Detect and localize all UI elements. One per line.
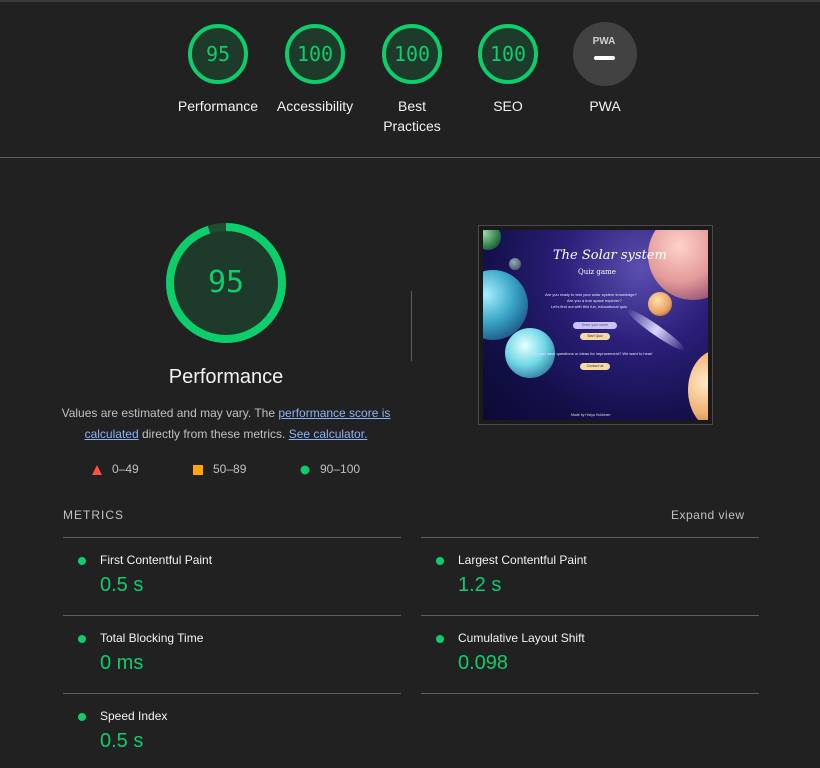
legend-pass: 90–100	[300, 462, 360, 476]
pass-dot-icon	[78, 635, 86, 643]
pass-dot-icon	[78, 557, 86, 565]
thumb-feedback-text: Do you have questions or ideas for impro…	[533, 351, 653, 356]
square-average-icon	[193, 464, 203, 475]
legend-average-label: 50–89	[213, 462, 247, 476]
gauge-label-best-practices: Best Practices	[383, 98, 441, 134]
pwa-badge-text: PWA	[593, 36, 616, 47]
metric-name: Cumulative Layout Shift	[458, 631, 585, 645]
seo-score: 100	[490, 42, 526, 66]
thumb-name-input: Enter your name	[573, 322, 617, 329]
gauge-label-accessibility: Accessibility	[276, 98, 354, 114]
pass-dot-icon	[436, 557, 444, 565]
thumb-start-button: Start Quiz	[580, 333, 610, 340]
accessibility-score: 100	[297, 42, 333, 66]
expand-view-toggle[interactable]: Expand view	[671, 508, 745, 522]
metric-total-blocking-time: Total Blocking Time 0 ms	[63, 615, 401, 693]
metric-largest-contentful-paint: Largest Contentful Paint 1.2 s	[421, 537, 759, 615]
metric-first-contentful-paint: First Contentful Paint 0.5 s	[63, 537, 401, 615]
best-practices-gauge-ring: 100	[382, 24, 442, 84]
metrics-heading: METRICS	[63, 508, 124, 522]
seo-gauge-ring: 100	[478, 24, 538, 84]
thumb-footer: Made by Hiviya Hukkinen	[571, 413, 611, 417]
gauge-performance[interactable]: 95 Performance	[170, 22, 266, 116]
metric-value: 0.5 s	[100, 574, 144, 596]
legend-average: 50–89	[193, 462, 246, 476]
performance-gauge-ring: 95	[188, 24, 248, 84]
screenshot-scene: The Solar system Quiz game Are you ready…	[483, 230, 708, 420]
best-practices-score: 100	[394, 42, 430, 66]
gold-planet	[688, 350, 708, 420]
metric-value: 0.5 s	[100, 730, 144, 752]
grey-moon	[509, 258, 521, 270]
description-text: Values are estimated and may vary. The	[61, 406, 279, 420]
orange-planet	[648, 292, 672, 316]
metric-cumulative-layout-shift: Cumulative Layout Shift 0.098	[421, 615, 759, 693]
gauge-pwa[interactable]: PWA PWA	[557, 22, 653, 116]
gauge-label-pwa: PWA	[589, 98, 621, 114]
thumb-title: The Solar system	[553, 248, 667, 263]
metric-name: Speed Index	[100, 709, 168, 723]
accessibility-gauge-ring: 100	[285, 24, 345, 84]
pwa-badge: PWA	[573, 22, 637, 86]
see-calculator-link[interactable]: See calculator.	[289, 427, 368, 441]
pink-planet	[648, 230, 708, 300]
gauge-best-practices[interactable]: 100 Best Practices	[364, 22, 460, 136]
vertical-divider	[411, 291, 412, 361]
metric-value: 0 ms	[100, 652, 144, 674]
category-gauges: 95 Performance 100 Accessibility 100 Bes…	[0, 0, 820, 158]
small-green-planet	[483, 230, 501, 250]
performance-large-score: 95	[208, 265, 244, 300]
gauge-label-performance: Performance	[177, 98, 259, 114]
pwa-dash-icon	[594, 56, 615, 60]
pass-dot-icon	[436, 635, 444, 643]
gauge-seo[interactable]: 100 SEO	[460, 22, 556, 116]
performance-panel: 95 Performance Values are estimated and …	[56, 222, 396, 445]
metric-value: 0.098	[458, 652, 509, 674]
circle-pass-icon	[300, 465, 310, 475]
thumb-subtitle: Quiz game	[578, 268, 616, 276]
gauge-accessibility[interactable]: 100 Accessibility	[267, 22, 363, 116]
pass-dot-icon	[78, 713, 86, 721]
gauge-label-seo: SEO	[493, 98, 523, 114]
thumb-contact-button: Contact us	[580, 363, 610, 370]
legend-fail-label: 0–49	[112, 462, 139, 476]
performance-description: Values are estimated and may vary. The p…	[61, 403, 391, 445]
thumb-line-3: Let's find out with this fun, educationa…	[551, 304, 629, 309]
thumb-line-1: Are you ready to test your solar system …	[545, 292, 637, 297]
metrics-grid-end-rule	[421, 693, 759, 694]
metric-speed-index: Speed Index 0.5 s	[63, 693, 401, 768]
thumb-line-2: Are you a true space explorer?	[567, 298, 622, 303]
legend-pass-label: 90–100	[320, 462, 361, 476]
metric-name: Largest Contentful Paint	[458, 553, 587, 567]
metric-value: 1.2 s	[458, 574, 502, 596]
final-screenshot[interactable]: The Solar system Quiz game Are you ready…	[478, 225, 713, 425]
performance-large-gauge: 95	[166, 223, 286, 343]
metric-name: Total Blocking Time	[100, 631, 204, 645]
performance-title: Performance	[168, 366, 284, 388]
triangle-fail-icon	[92, 464, 102, 475]
description-text-middle: directly from these metrics.	[138, 427, 289, 441]
metric-name: First Contentful Paint	[100, 553, 213, 567]
performance-score: 95	[206, 42, 230, 66]
legend-fail: 0–49	[92, 462, 139, 476]
